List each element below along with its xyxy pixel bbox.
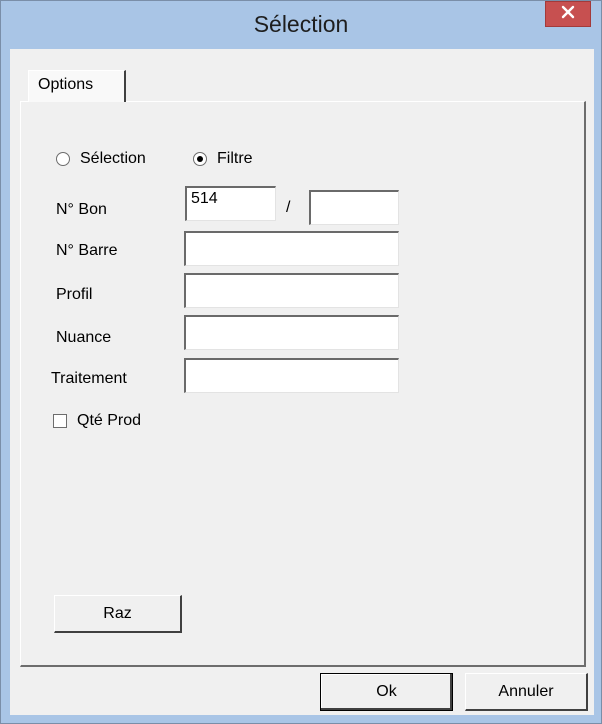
raz-button[interactable]: Raz bbox=[54, 595, 182, 633]
bon-number-field[interactable]: 514 bbox=[185, 186, 276, 221]
dialog-window: Sélection Options Sélection Filtre N° Bo… bbox=[0, 0, 602, 724]
ok-button[interactable]: Ok bbox=[320, 673, 453, 711]
close-button[interactable] bbox=[545, 1, 591, 27]
window-title: Sélection bbox=[253, 11, 349, 37]
radio-selection-indicator bbox=[56, 152, 70, 166]
title-bar[interactable]: Sélection bbox=[1, 1, 601, 49]
nuance-label: Nuance bbox=[56, 329, 112, 346]
radio-selection[interactable]: Sélection bbox=[56, 150, 146, 168]
close-icon bbox=[561, 5, 575, 24]
barre-label: N° Barre bbox=[56, 242, 118, 259]
traitement-field[interactable] bbox=[184, 358, 399, 393]
annuler-button[interactable]: Annuler bbox=[465, 673, 588, 711]
barre-number-field[interactable] bbox=[184, 231, 399, 266]
radio-filtre-label: Filtre bbox=[217, 150, 253, 167]
nuance-field[interactable] bbox=[184, 315, 399, 350]
qte-prod-checkbox[interactable]: Qté Prod bbox=[53, 412, 141, 430]
tab-options[interactable]: Options bbox=[28, 70, 126, 102]
bon-separator: / bbox=[286, 199, 291, 216]
radio-selection-label: Sélection bbox=[80, 150, 146, 167]
profil-field[interactable] bbox=[184, 273, 399, 308]
traitement-label: Traitement bbox=[51, 370, 127, 387]
bon-label: N° Bon bbox=[56, 201, 107, 218]
radio-filtre[interactable]: Filtre bbox=[193, 150, 253, 168]
qte-prod-checkbox-box bbox=[53, 414, 67, 428]
bon-number-field-2[interactable] bbox=[309, 190, 399, 225]
profil-label: Profil bbox=[56, 286, 93, 303]
dialog-client-area: Options Sélection Filtre N° Bon 514 / N°… bbox=[10, 49, 594, 715]
radio-filtre-indicator bbox=[193, 152, 207, 166]
qte-prod-label: Qté Prod bbox=[77, 412, 142, 429]
